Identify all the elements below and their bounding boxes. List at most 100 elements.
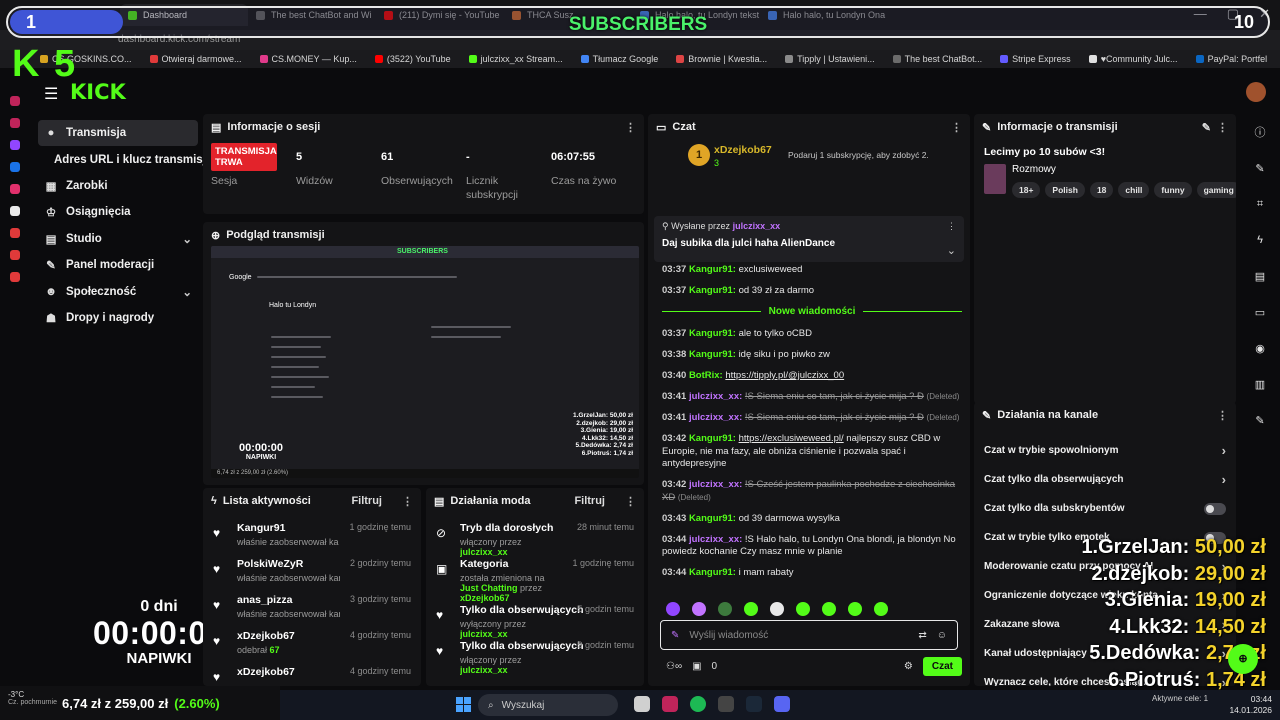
message-user[interactable]: julczixx_xx: xyxy=(689,412,745,423)
mod-action-row[interactable]: ▣ Kategoria została zmieniona na Just Chat… xyxy=(426,558,644,604)
message-user[interactable]: Kangur91: xyxy=(689,513,739,524)
more-icon[interactable]: ⋮ xyxy=(402,495,413,508)
activity-user[interactable]: anas_pizza xyxy=(237,594,340,606)
instagram-icon[interactable] xyxy=(10,184,20,194)
mod-action-user[interactable]: julczixx_xx xyxy=(460,665,508,675)
chevron-down-icon[interactable]: ⌄ xyxy=(182,285,192,299)
stream-tag[interactable]: Polish xyxy=(1045,182,1085,198)
translate-icon[interactable]: ⇄ xyxy=(918,630,926,641)
windows-start-icon[interactable] xyxy=(456,697,471,712)
mod-action-row[interactable]: ♥ Tylko dla obserwujących włączony przez j… xyxy=(426,640,644,676)
channel-action-row[interactable]: Czat w trybie spowolnionym › xyxy=(974,436,1236,465)
top-gifter[interactable]: xDzejkob67 xyxy=(714,144,772,156)
bookmark-item[interactable]: The best ChatBot... xyxy=(892,54,982,64)
emote-icon[interactable] xyxy=(796,602,810,616)
spotify-icon[interactable] xyxy=(690,696,706,712)
emoji-icon[interactable]: ☺ xyxy=(937,630,947,641)
more-icon[interactable]: ⋮ xyxy=(625,495,636,508)
taskbar-search[interactable]: ⌕ Wyszukaj xyxy=(478,694,618,716)
app-icon[interactable] xyxy=(10,118,20,128)
gift-hint[interactable]: Podaruj 1 subskrypcję, aby zdobyć 2. xyxy=(788,150,929,160)
channel-action-row[interactable]: Czat tylko dla obserwujących › xyxy=(974,465,1236,494)
activity-user[interactable]: Kangur91 xyxy=(237,522,339,534)
sidebar-item[interactable]: ☻ Społeczność ⌄ xyxy=(38,279,198,305)
avatar[interactable] xyxy=(1246,82,1266,102)
emote-icon[interactable] xyxy=(718,602,732,616)
emote-icon[interactable] xyxy=(822,602,836,616)
gift-icon[interactable]: ▣ xyxy=(692,661,701,672)
message-link[interactable]: https://exclusiweweed.pl/ xyxy=(739,433,844,444)
obs-icon[interactable] xyxy=(718,696,734,712)
pin-icon[interactable]: ⋮ xyxy=(947,221,956,232)
layout-icon[interactable]: ▥ xyxy=(1248,372,1272,396)
edit-icon[interactable]: ✎ xyxy=(1248,156,1272,180)
bookmark-item[interactable]: Tłumacz Google xyxy=(580,54,658,64)
emote-icon[interactable] xyxy=(666,602,680,616)
chat-icon[interactable]: ▭ xyxy=(1248,300,1272,324)
stream-tag[interactable]: funny xyxy=(1154,182,1192,198)
wrench-icon[interactable]: ✎ xyxy=(1248,408,1272,432)
bookmark-item[interactable]: CS.MONEY — Kup... xyxy=(259,54,357,64)
expand-icon[interactable]: ⌗ xyxy=(1248,192,1272,216)
discord-icon[interactable] xyxy=(774,696,790,712)
filter-button[interactable]: Filtruj xyxy=(574,495,605,507)
sidebar-item[interactable]: ♔ Osiągnięcia xyxy=(38,199,198,225)
message-link[interactable]: https://tipply.pl/@julczixx_00 xyxy=(725,370,844,381)
system-tray[interactable]: 03:44 14.01.2026 xyxy=(1229,694,1272,716)
activity-row[interactable]: ♥ PolskiWeZyR właśnie zaobserwował kanał 2 … xyxy=(203,558,421,594)
message-user[interactable]: Kangur91: xyxy=(689,328,739,339)
app-icon[interactable] xyxy=(10,272,20,282)
message-user[interactable]: julczixx_xx: xyxy=(689,479,745,490)
message-user[interactable]: BotRix: xyxy=(689,370,725,381)
mod-action-row[interactable]: ♥ Tylko dla obserwujących wyłączony przez … xyxy=(426,604,644,640)
more-icon[interactable]: ⋮ xyxy=(1217,409,1228,422)
sidebar-item[interactable]: ☗ Dropy i nagrody xyxy=(38,305,198,331)
send-button[interactable]: Czat xyxy=(922,656,962,676)
mod-action-user[interactable]: julczixx_xx xyxy=(460,547,508,557)
add-icon[interactable]: ⊕ xyxy=(1228,644,1258,674)
chat-input[interactable]: ✎ Wyślij wiadomość ⇄ ☺ xyxy=(660,620,958,650)
bookmark-item[interactable]: (3522) YouTube xyxy=(374,54,451,64)
pinned-by-user[interactable]: julczixx_xx xyxy=(733,221,781,231)
message-user[interactable]: Kangur91: xyxy=(689,349,739,360)
chevron-right-icon[interactable]: › xyxy=(1222,443,1226,458)
sidebar-item[interactable]: ● Transmisja xyxy=(38,120,198,146)
sidebar-item[interactable]: ▤ Studio ⌄ xyxy=(38,226,198,252)
activity-row[interactable]: ♥ xDzejkob67 4 godziny temu xyxy=(203,666,421,686)
mod-action-row[interactable]: ⊘ Tryb dla dorosłych włączony przez julczi… xyxy=(426,522,644,558)
menu-icon[interactable]: ☰ xyxy=(44,84,58,104)
info-icon[interactable]: ⓘ xyxy=(1248,120,1272,144)
bookmark-item[interactable]: Brownie | Kwestia... xyxy=(676,54,767,64)
activity-user[interactable]: PolskiWeZyR xyxy=(237,558,340,570)
bolt-icon[interactable]: ϟ xyxy=(1248,228,1272,252)
more-icon[interactable]: ⋮ xyxy=(625,121,636,134)
toggle-switch[interactable] xyxy=(1204,502,1226,515)
pinned-message[interactable]: ⚲ Wysłane przez julczixx_xx ⋮ Daj subika… xyxy=(654,216,964,262)
bookmark-item[interactable]: julczixx_xx Stream... xyxy=(468,54,563,64)
activity-row[interactable]: ♥ Kangur91 właśnie zaobserwował kanał 1 god… xyxy=(203,522,421,558)
sidebar-item-stream-key[interactable]: Adres URL i klucz transmisji xyxy=(38,147,209,173)
sidebar-item[interactable]: ✎ Panel moderacji xyxy=(38,252,198,278)
message-user[interactable]: Kangur91: xyxy=(689,264,739,275)
stream-tag[interactable]: chill xyxy=(1118,182,1150,198)
stream-tag[interactable]: 18+ xyxy=(1012,182,1041,198)
settings-icon[interactable]: ⚙ xyxy=(904,661,913,672)
users-icon[interactable]: ⚇∞ xyxy=(666,661,682,672)
chevron-down-icon[interactable]: ⌄ xyxy=(947,244,956,257)
bookmark-item[interactable]: Otwieraj darmowe... xyxy=(149,54,242,64)
stream-tag[interactable]: 18 xyxy=(1089,182,1114,198)
twitch-icon[interactable] xyxy=(10,140,20,150)
app-icon[interactable] xyxy=(10,250,20,260)
more-icon[interactable]: ⋮ xyxy=(951,121,962,134)
message-user[interactable]: Kangur91: xyxy=(689,285,739,296)
emote-icon[interactable] xyxy=(770,602,784,616)
bookmark-item[interactable]: Stripe Express xyxy=(1000,54,1071,64)
chevron-down-icon[interactable]: ⌄ xyxy=(182,232,192,246)
emote-icon[interactable] xyxy=(848,602,862,616)
bookmark-item[interactable]: PayPal: Portfel xyxy=(1195,54,1267,64)
list-icon[interactable]: ▤ xyxy=(1248,264,1272,288)
app-icon[interactable] xyxy=(10,228,20,238)
emote-icon[interactable] xyxy=(692,602,706,616)
mod-action-user[interactable]: xDzejkob67 xyxy=(460,593,510,603)
emote-icon[interactable] xyxy=(744,602,758,616)
